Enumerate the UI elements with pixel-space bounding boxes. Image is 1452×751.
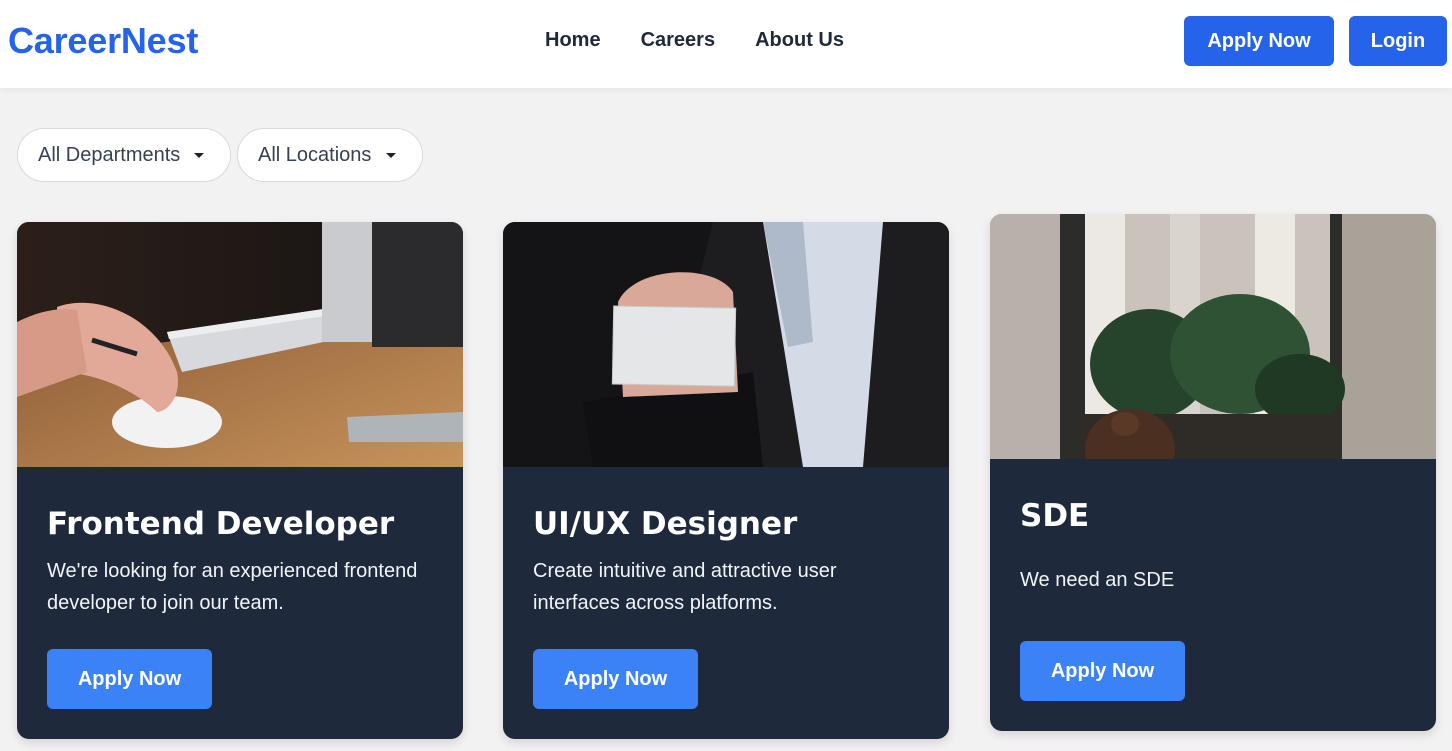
caret-down-icon [386, 153, 396, 158]
job-title: Frontend Developer [47, 506, 395, 542]
top-navbar: CareerNest Home Careers About Us Apply N… [0, 0, 1452, 88]
job-description: We need an SDE [1020, 569, 1175, 591]
job-card-frontend-developer: Frontend Developer We're looking for an … [17, 222, 463, 739]
job-title: SDE [1020, 498, 1090, 534]
desk-computer-mouse-photo [17, 222, 463, 467]
nav-careers-link[interactable]: Careers [641, 29, 716, 52]
office-plants-photo [990, 214, 1436, 459]
caret-down-icon [194, 153, 204, 158]
apply-now-button[interactable]: Apply Now [533, 649, 698, 709]
location-filter-value: All Locations [258, 143, 372, 166]
department-filter-select[interactable]: All Departments [17, 128, 231, 182]
location-filter-select[interactable]: All Locations [237, 128, 423, 182]
header-apply-button[interactable]: Apply Now [1184, 16, 1334, 66]
nav-links: Home Careers About Us [545, 29, 844, 52]
business-card-photo [503, 222, 949, 467]
job-card-sde: SDE We need an SDE Apply Now [990, 214, 1436, 731]
login-button[interactable]: Login [1349, 16, 1447, 66]
brand-logo[interactable]: CareerNest [8, 20, 198, 62]
apply-now-button[interactable]: Apply Now [47, 649, 212, 709]
nav-about-link[interactable]: About Us [755, 29, 844, 52]
job-description: We're looking for an experienced fronten… [47, 560, 418, 614]
job-title: UI/UX Designer [533, 506, 798, 542]
apply-now-button[interactable]: Apply Now [1020, 641, 1185, 701]
nav-home-link[interactable]: Home [545, 29, 601, 52]
job-card-ui-ux-designer: UI/UX Designer Create intuitive and attr… [503, 222, 949, 739]
job-description: Create intuitive and attractive user int… [533, 560, 837, 614]
department-filter-value: All Departments [38, 143, 181, 166]
